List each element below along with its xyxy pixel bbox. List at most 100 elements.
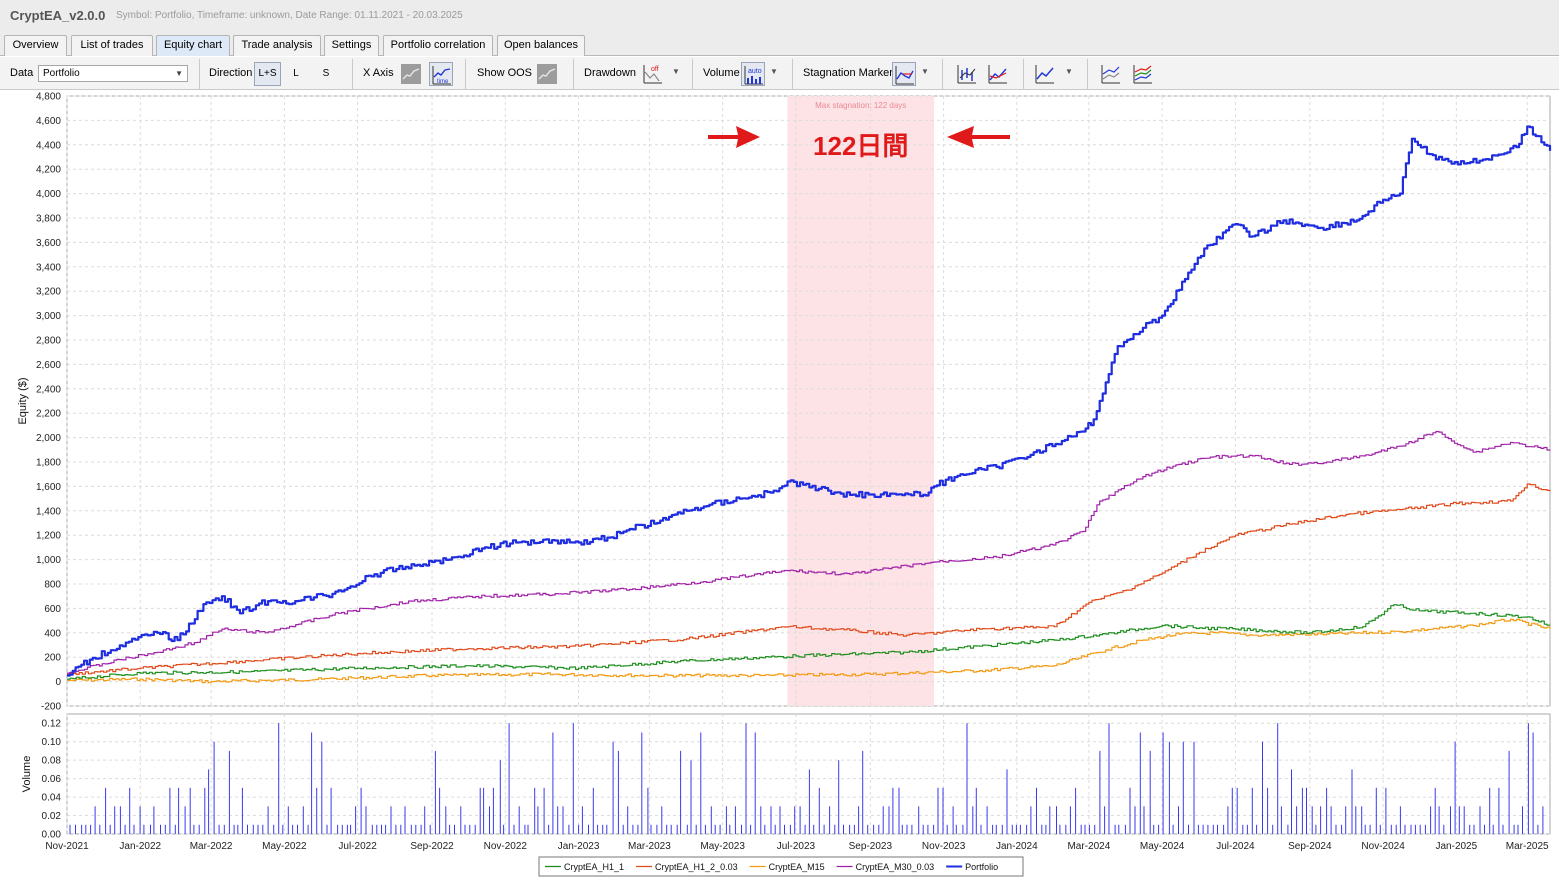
x-axis-time-icon[interactable]: time: [429, 62, 453, 86]
volume-tick-label: 0.00: [42, 830, 62, 841]
legend-entry: CryptEA_H1_1: [564, 862, 624, 872]
tab-list-of-trades[interactable]: List of trades: [71, 35, 153, 56]
tab-trade-analysis[interactable]: Trade analysis: [233, 35, 321, 56]
x-tick-label: Jul-2024: [1216, 841, 1255, 852]
volume-icon[interactable]: auto: [741, 62, 765, 86]
x-tick-label: Sep-2023: [849, 841, 893, 852]
line-compare-icon[interactable]: [986, 62, 1010, 86]
volume-tick-label: 0.02: [42, 811, 62, 822]
y-tick-label: 2,000: [36, 433, 61, 444]
show-oos-icon[interactable]: [535, 62, 559, 86]
x-tick-label: Nov-2022: [484, 841, 528, 852]
title-bar: CryptEA_v2.0.0 Symbol: Portfolio, Timefr…: [0, 0, 1559, 32]
y-tick-label: 2,400: [36, 384, 61, 395]
y-tick-label: 3,800: [36, 214, 61, 225]
chevron-down-icon[interactable]: ▼: [921, 67, 929, 76]
toolbar-divider: [573, 59, 574, 89]
legend-entry: Portfolio: [965, 862, 998, 872]
y-tick-label: 400: [44, 628, 61, 639]
tab-bar: Overview List of trades Equity chart Tra…: [0, 32, 1559, 56]
x-axis-trades-icon[interactable]: [399, 62, 423, 86]
x-tick-label: Mar-2023: [628, 841, 671, 852]
x-tick-label: May-2024: [1140, 841, 1185, 852]
stagnation-marker-icon[interactable]: [892, 62, 916, 86]
x-tick-label: Jan-2024: [996, 841, 1038, 852]
stagnation-label: Max stagnation: 122 days: [815, 101, 906, 110]
data-select[interactable]: Portfolio ▼: [38, 65, 188, 82]
y-tick-label: 1,800: [36, 458, 61, 469]
app-subtitle: Symbol: Portfolio, Timeframe: unknown, D…: [116, 10, 463, 21]
equity-chart-panel: Nov-2021 Jan-2022 Mar-2022 May-2022 Jul-2022…: [0, 90, 1559, 883]
y-tick-label: 4,600: [36, 116, 61, 127]
y-tick-label: 600: [44, 604, 61, 615]
toolbar-divider: [692, 59, 693, 89]
toolbar-divider: [792, 59, 793, 89]
x-tick-label: Mar-2022: [190, 841, 233, 852]
volume-state-text: auto: [748, 68, 762, 75]
y-tick-label: -200: [41, 702, 61, 713]
legend-entry: CryptEA_M15: [769, 862, 825, 872]
bar-chart-icon[interactable]: [955, 62, 979, 86]
colored-lines-icon[interactable]: [1131, 62, 1155, 86]
y-tick-label: 3,400: [36, 262, 61, 273]
stagnation-band: [787, 96, 934, 706]
y-tick-label: 1,600: [36, 482, 61, 493]
x-tick-label: Sep-2024: [1288, 841, 1332, 852]
x-tick-label: Jan-2023: [558, 841, 600, 852]
data-select-value: Portfolio: [43, 68, 80, 79]
y-tick-label: 2,200: [36, 409, 61, 420]
multi-line-icon[interactable]: [1099, 62, 1123, 86]
y-tick-label: 2,800: [36, 336, 61, 347]
y-tick-label: 4,800: [36, 92, 61, 103]
chevron-down-icon: ▼: [175, 69, 183, 78]
toolbar-divider: [352, 59, 353, 89]
x-tick-label: Sep-2022: [410, 841, 454, 852]
x-tick-label: Nov-2023: [922, 841, 966, 852]
tab-equity-chart[interactable]: Equity chart: [156, 35, 230, 56]
xaxis-time-caption: time: [437, 79, 449, 85]
y-tick-label: 4,000: [36, 189, 61, 200]
volume-tick-label: 0.04: [42, 793, 62, 804]
y-tick-label: 1,400: [36, 506, 61, 517]
tab-settings[interactable]: Settings: [324, 35, 379, 56]
toolbar: Data Portfolio ▼ Direction L+S L S X Axi…: [0, 57, 1559, 90]
legend-entry: CryptEA_M30_0.03: [856, 862, 935, 872]
toolbar-divider: [1087, 59, 1088, 89]
volume-tick-label: 0.12: [42, 719, 62, 730]
y-tick-label: 3,000: [36, 311, 61, 322]
data-label: Data: [10, 67, 34, 79]
y-tick-label: 3,600: [36, 238, 61, 249]
direction-ls-button[interactable]: L+S: [254, 62, 281, 86]
toolbar-divider: [942, 59, 943, 89]
y-tick-label: 4,200: [36, 165, 61, 176]
tab-open-balances[interactable]: Open balances: [497, 35, 585, 56]
y-tick-label: 2,600: [36, 360, 61, 371]
stagnation-marker-label: Stagnation Marker: [803, 67, 893, 79]
y-tick-label: 1,000: [36, 555, 61, 566]
volume-tick-label: 0.06: [42, 774, 62, 785]
equity-chart: Nov-2021 Jan-2022 Mar-2022 May-2022 Jul-2022…: [17, 92, 1552, 877]
x-tick-label: Jan-2022: [119, 841, 161, 852]
x-tick-label: May-2022: [262, 841, 307, 852]
line-chart-icon[interactable]: [1033, 62, 1057, 86]
direction-long-button[interactable]: L: [284, 62, 308, 86]
y-tick-label: 3,200: [36, 287, 61, 298]
y-tick-label: 200: [44, 653, 61, 664]
drawdown-label: Drawdown: [584, 67, 636, 79]
drawdown-icon[interactable]: off: [641, 62, 665, 86]
volume-tick-label: 0.08: [42, 756, 62, 767]
y-tick-label: 1,200: [36, 531, 61, 542]
chevron-down-icon[interactable]: ▼: [672, 67, 680, 76]
show-oos-label: Show OOS: [477, 67, 533, 79]
x-tick-label: Mar-2025: [1506, 841, 1549, 852]
chevron-down-icon[interactable]: ▼: [770, 67, 778, 76]
y-tick-label: 4,400: [36, 140, 61, 151]
tab-overview[interactable]: Overview: [4, 35, 67, 56]
tab-portfolio-correlation[interactable]: Portfolio correlation: [383, 35, 493, 56]
direction-short-button[interactable]: S: [314, 62, 338, 86]
chevron-down-icon[interactable]: ▼: [1065, 67, 1073, 76]
volume-tick-label: 0.10: [42, 737, 62, 748]
toolbar-divider: [199, 59, 200, 89]
volume-label: Volume: [703, 67, 740, 79]
direction-label: Direction: [209, 67, 253, 79]
